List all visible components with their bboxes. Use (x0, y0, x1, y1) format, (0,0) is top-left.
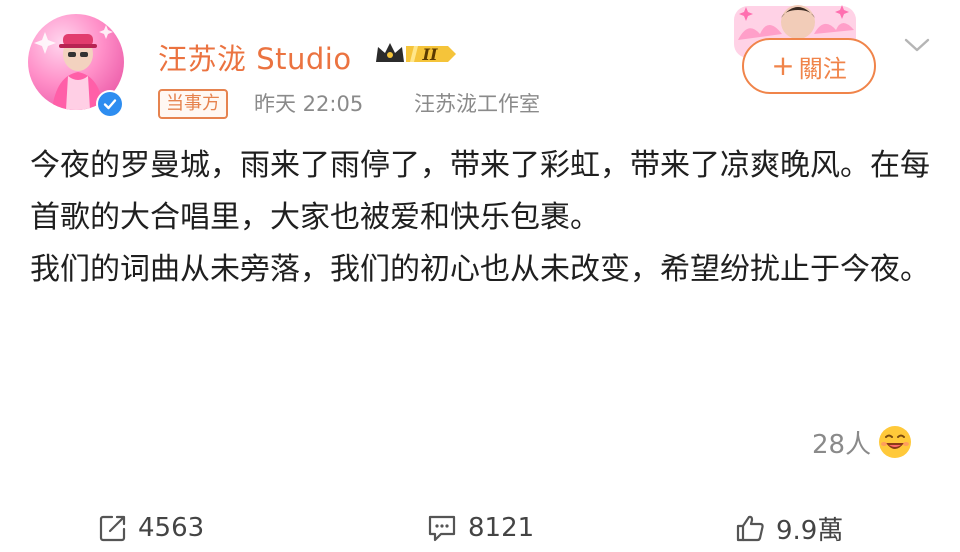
comment-button[interactable]: 8121 (426, 506, 534, 550)
repost-icon (99, 515, 126, 542)
vip-level: II (422, 45, 438, 64)
reaction-count: 28人 (812, 429, 872, 460)
comment-count: 8121 (468, 513, 535, 543)
post-tag: 当事方 (158, 89, 228, 119)
comment-icon (428, 515, 456, 542)
plus-icon: + (771, 49, 795, 82)
post-paragraph: 我们的词曲从未旁落，我们的初心也从未改变，希望纷扰止于今夜。 (30, 252, 930, 287)
follow-label: 關注 (798, 54, 847, 83)
follow-button[interactable]: + 關注 (742, 38, 876, 94)
check-icon (103, 99, 117, 110)
like-button[interactable]: 9.9萬 (734, 506, 843, 550)
thumbs-up-icon (736, 515, 764, 542)
author-avatar[interactable] (28, 14, 132, 118)
reaction-summary[interactable]: 28人 (812, 420, 913, 464)
repost-count: 4563 (138, 513, 205, 543)
laughing-face-icon (879, 426, 912, 458)
post-time: 昨天 22:05 (254, 92, 364, 116)
post-source[interactable]: 汪苏泷工作室 (414, 88, 540, 118)
verified-badge (96, 90, 124, 118)
like-count: 9.9萬 (776, 515, 844, 546)
chevron-down-icon[interactable] (902, 34, 932, 56)
vip-badge[interactable]: II (374, 38, 458, 70)
repost-button[interactable]: 4563 (98, 506, 204, 550)
post-content: 今夜的罗曼城，雨来了雨停了，带来了彩虹，带来了凉爽晚风。在每首歌的大合唱里，大家… (30, 140, 930, 296)
author-name[interactable]: 汪苏泷 Studio (158, 36, 352, 78)
post-paragraph: 今夜的罗曼城，雨来了雨停了，带来了彩虹，带来了凉爽晚风。在每首歌的大合唱里，大家… (30, 148, 930, 235)
